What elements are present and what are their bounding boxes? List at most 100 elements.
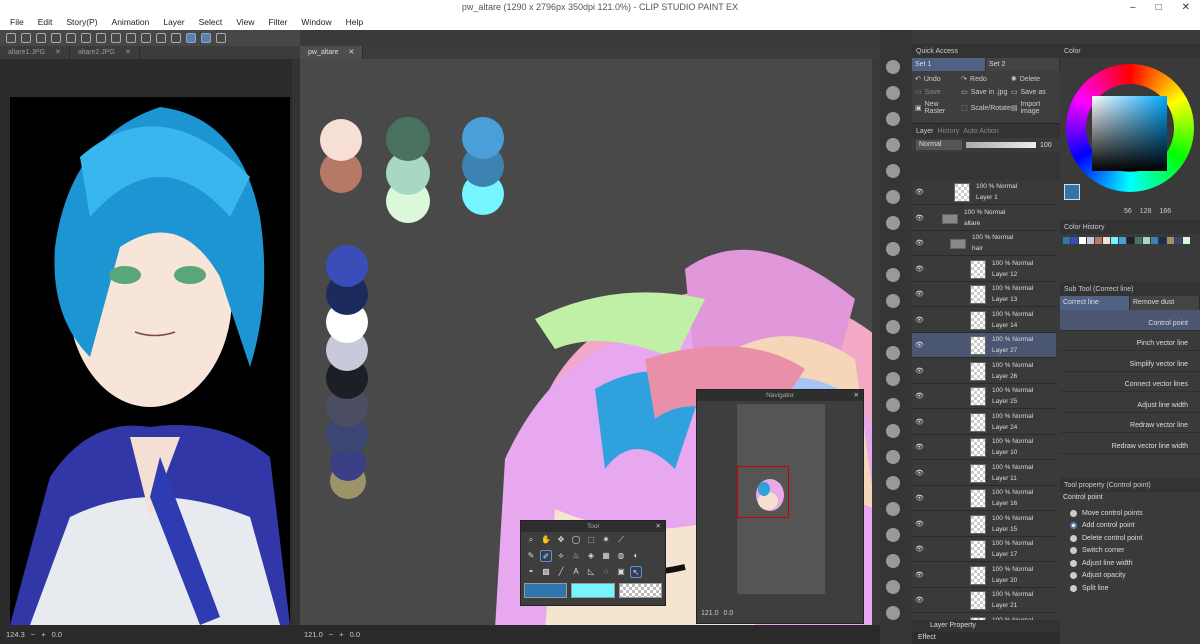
history-swatch[interactable] — [1103, 237, 1110, 244]
eye-icon[interactable]: 👁 — [915, 469, 924, 477]
history-swatch[interactable] — [1135, 237, 1142, 244]
brush-size-icon[interactable] — [886, 216, 900, 230]
tab-auto-action[interactable]: Auto Action — [963, 128, 998, 135]
layer-row[interactable]: 👁 100 % Normal Layer 16 — [912, 486, 1056, 511]
save-as-button[interactable]: ▭ Save as — [1011, 88, 1057, 97]
brush-size-icon[interactable] — [886, 190, 900, 204]
eye-icon[interactable]: 👁 — [915, 367, 924, 375]
snap-special-ruler-icon[interactable] — [201, 33, 211, 43]
undo-icon[interactable] — [66, 33, 76, 43]
brush-size-icon[interactable] — [886, 86, 900, 100]
sub-tool-control-point[interactable]: Control point — [1060, 310, 1200, 331]
history-swatch[interactable] — [1087, 237, 1094, 244]
fill-icon[interactable] — [111, 33, 121, 43]
layer-row[interactable]: 👁 100 % Normal Layer 10 — [912, 435, 1056, 460]
sub-tool-connect-vector-lines[interactable]: Connect vector lines — [1060, 372, 1200, 392]
redo-icon[interactable] — [81, 33, 91, 43]
transparent-color-swatch[interactable] — [618, 583, 662, 598]
brush-size-icon[interactable] — [886, 268, 900, 282]
scale-rotate-button[interactable]: ⬚ Scale/Rotate — [961, 101, 1011, 115]
pen-tool-icon[interactable]: ✎ — [525, 550, 537, 562]
history-swatch[interactable] — [1111, 237, 1118, 244]
zoom-in-icon[interactable]: + — [339, 630, 343, 639]
eye-icon[interactable]: 👁 — [915, 571, 924, 579]
option-switch-corner[interactable]: Switch corner — [1060, 545, 1200, 558]
tab-altare2[interactable]: altare2.JPG ✕ — [70, 46, 140, 59]
menu-story[interactable]: Story(P) — [66, 17, 97, 27]
history-swatch[interactable] — [1127, 237, 1134, 244]
layer-row[interactable]: 👁 100 % Normal Layer 20 — [912, 563, 1056, 588]
eye-icon[interactable]: 👁 — [915, 520, 924, 528]
angle-value[interactable]: 0.0 — [350, 630, 360, 639]
close-icon[interactable]: ✕ — [854, 390, 859, 401]
lasso-tool-icon[interactable]: ◯ — [570, 534, 582, 546]
import-image-button[interactable]: ▤ Import image — [1011, 101, 1057, 115]
eye-icon[interactable]: 👁 — [915, 239, 924, 247]
eye-icon[interactable]: 👁 — [915, 316, 924, 324]
brush-size-icon[interactable] — [886, 320, 900, 334]
brush-size-icon[interactable] — [886, 502, 900, 516]
snap-grid-icon[interactable] — [216, 33, 226, 43]
brush-size-icon[interactable] — [886, 450, 900, 464]
frame-tool-icon[interactable]: ◺ — [585, 566, 597, 578]
brush-size-icon[interactable] — [886, 606, 900, 620]
opacity-value[interactable]: 100 — [1040, 142, 1052, 149]
layer-row[interactable]: 👁 100 % Normal Layer 21 — [912, 588, 1056, 613]
layer-row[interactable]: 👁 100 % Normal hair — [912, 231, 1056, 256]
eye-icon[interactable]: 👁 — [915, 494, 924, 502]
zoom-value[interactable]: 124.3 — [6, 630, 25, 639]
option-split-line[interactable]: Split line — [1060, 582, 1200, 595]
figure-tool-icon[interactable]: ╱ — [555, 566, 567, 578]
eye-icon[interactable]: 👁 — [915, 418, 924, 426]
menu-window[interactable]: Window — [301, 17, 331, 27]
brush-size-icon[interactable] — [886, 346, 900, 360]
minimize-button[interactable]: – — [1130, 2, 1136, 13]
eyedropper-icon[interactable]: ⟋ — [615, 534, 627, 546]
tab-remove-dust[interactable]: Remove dust — [1130, 296, 1200, 310]
delete-button[interactable]: ✺ Delete — [1011, 75, 1057, 84]
redo-button[interactable]: ↷ Redo — [961, 75, 1011, 84]
close-icon[interactable]: ✕ — [348, 46, 354, 59]
close-icon[interactable]: ✕ — [55, 46, 61, 59]
navigator-titlebar[interactable]: Navigator ✕ — [697, 390, 863, 401]
open-icon[interactable] — [36, 33, 46, 43]
zoom-in-icon[interactable]: + — [41, 630, 45, 639]
history-swatch[interactable] — [1079, 237, 1086, 244]
close-icon[interactable]: ✕ — [125, 46, 131, 59]
menu-help[interactable]: Help — [346, 17, 363, 27]
blend-tool-icon[interactable]: ◍ — [615, 550, 627, 562]
selection-tool-icon[interactable]: ⬚ — [585, 534, 597, 546]
save-jpg-button[interactable]: ▭ Save in .jpg — [961, 88, 1011, 97]
reference-scrollbar[interactable] — [292, 59, 300, 625]
tool-window-titlebar[interactable]: Tool ✕ — [521, 521, 665, 532]
brush-size-icon[interactable] — [886, 398, 900, 412]
eye-icon[interactable]: 👁 — [915, 341, 924, 349]
eye-icon[interactable]: 👁 — [915, 545, 924, 553]
tab-pw-altare[interactable]: pw_altare ✕ — [300, 46, 364, 59]
layer-row[interactable]: 👁 100 % Normal altare — [912, 206, 1056, 231]
menu-animation[interactable]: Animation — [112, 17, 150, 27]
layer-row[interactable]: 👁 100 % Normal Layer 14 — [912, 308, 1056, 333]
tab-history[interactable]: History — [938, 128, 960, 135]
sub-color-swatch[interactable] — [571, 583, 615, 598]
new-raster-button[interactable]: ▣ New Raster — [915, 101, 961, 115]
brush-size-icon[interactable] — [886, 580, 900, 594]
option-adjust-line-width[interactable]: Adjust line width — [1060, 557, 1200, 570]
move-tool-icon[interactable]: ✥ — [555, 534, 567, 546]
ruler-tool-icon[interactable]: ▣ — [615, 566, 627, 578]
zoom-out-icon[interactable]: − — [329, 630, 333, 639]
navigator-preview[interactable] — [737, 404, 825, 594]
layer-row[interactable]: 👁 100 % Normal Layer 15 — [912, 512, 1056, 537]
sub-tool-adjust-line-width[interactable]: Adjust line width — [1060, 392, 1200, 413]
snap-ruler-icon[interactable] — [186, 33, 196, 43]
history-swatch[interactable] — [1063, 237, 1070, 244]
brush-size-icon[interactable] — [886, 294, 900, 308]
save-button[interactable]: ▭ Save — [915, 88, 961, 97]
blend-water-icon[interactable]: ◐ — [630, 550, 642, 562]
menu-layer[interactable]: Layer — [163, 17, 184, 27]
option-move-control-points[interactable]: Move control points — [1060, 507, 1200, 520]
main-color-swatch[interactable] — [524, 583, 568, 598]
tab-correct-line[interactable]: Correct line — [1060, 296, 1130, 310]
layer-row[interactable]: 👁 100 % Normal Layer 12 — [912, 257, 1056, 282]
sub-tool-simplify-vector-line[interactable]: Simplify vector line — [1060, 351, 1200, 372]
